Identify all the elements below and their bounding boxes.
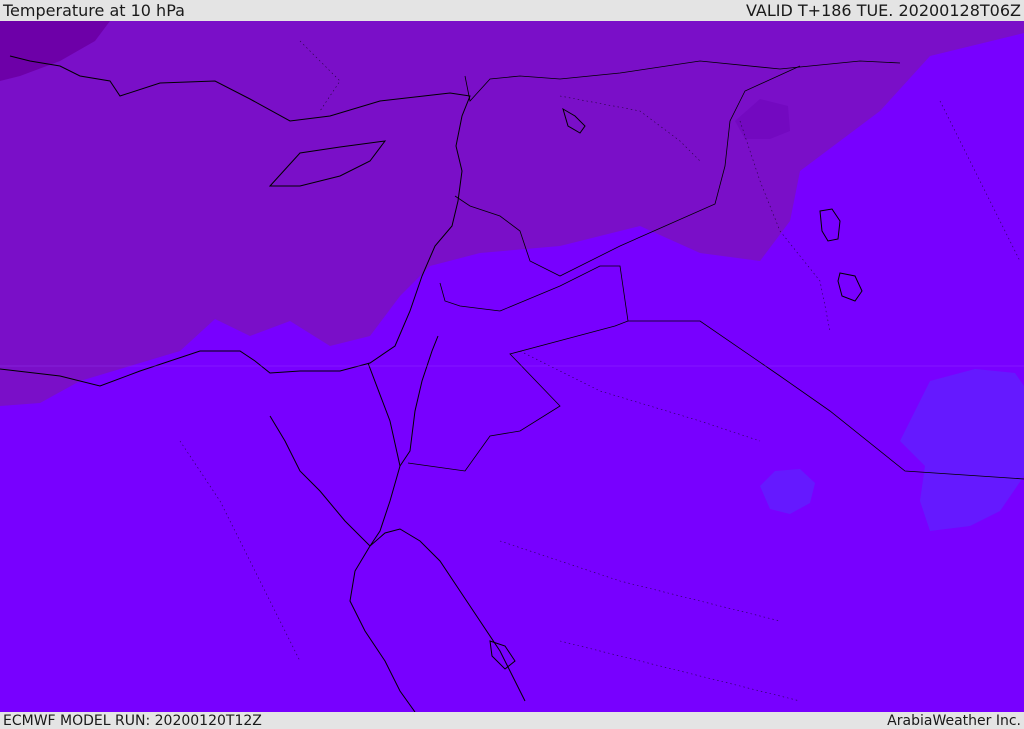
- valid-time-label: VALID T+186 TUE. 20200128T06Z: [745, 1, 1021, 20]
- model-run-label: ECMWF MODEL RUN: 20200120T12Z: [3, 712, 262, 729]
- provider-label: ArabiaWeather Inc.: [887, 712, 1021, 729]
- temperature-map: [0, 21, 1024, 712]
- map-footer: ECMWF MODEL RUN: 20200120T12Z ArabiaWeat…: [0, 712, 1024, 729]
- map-header: Temperature at 10 hPa VALID T+186 TUE. 2…: [0, 0, 1024, 21]
- map-title: Temperature at 10 hPa: [3, 1, 185, 20]
